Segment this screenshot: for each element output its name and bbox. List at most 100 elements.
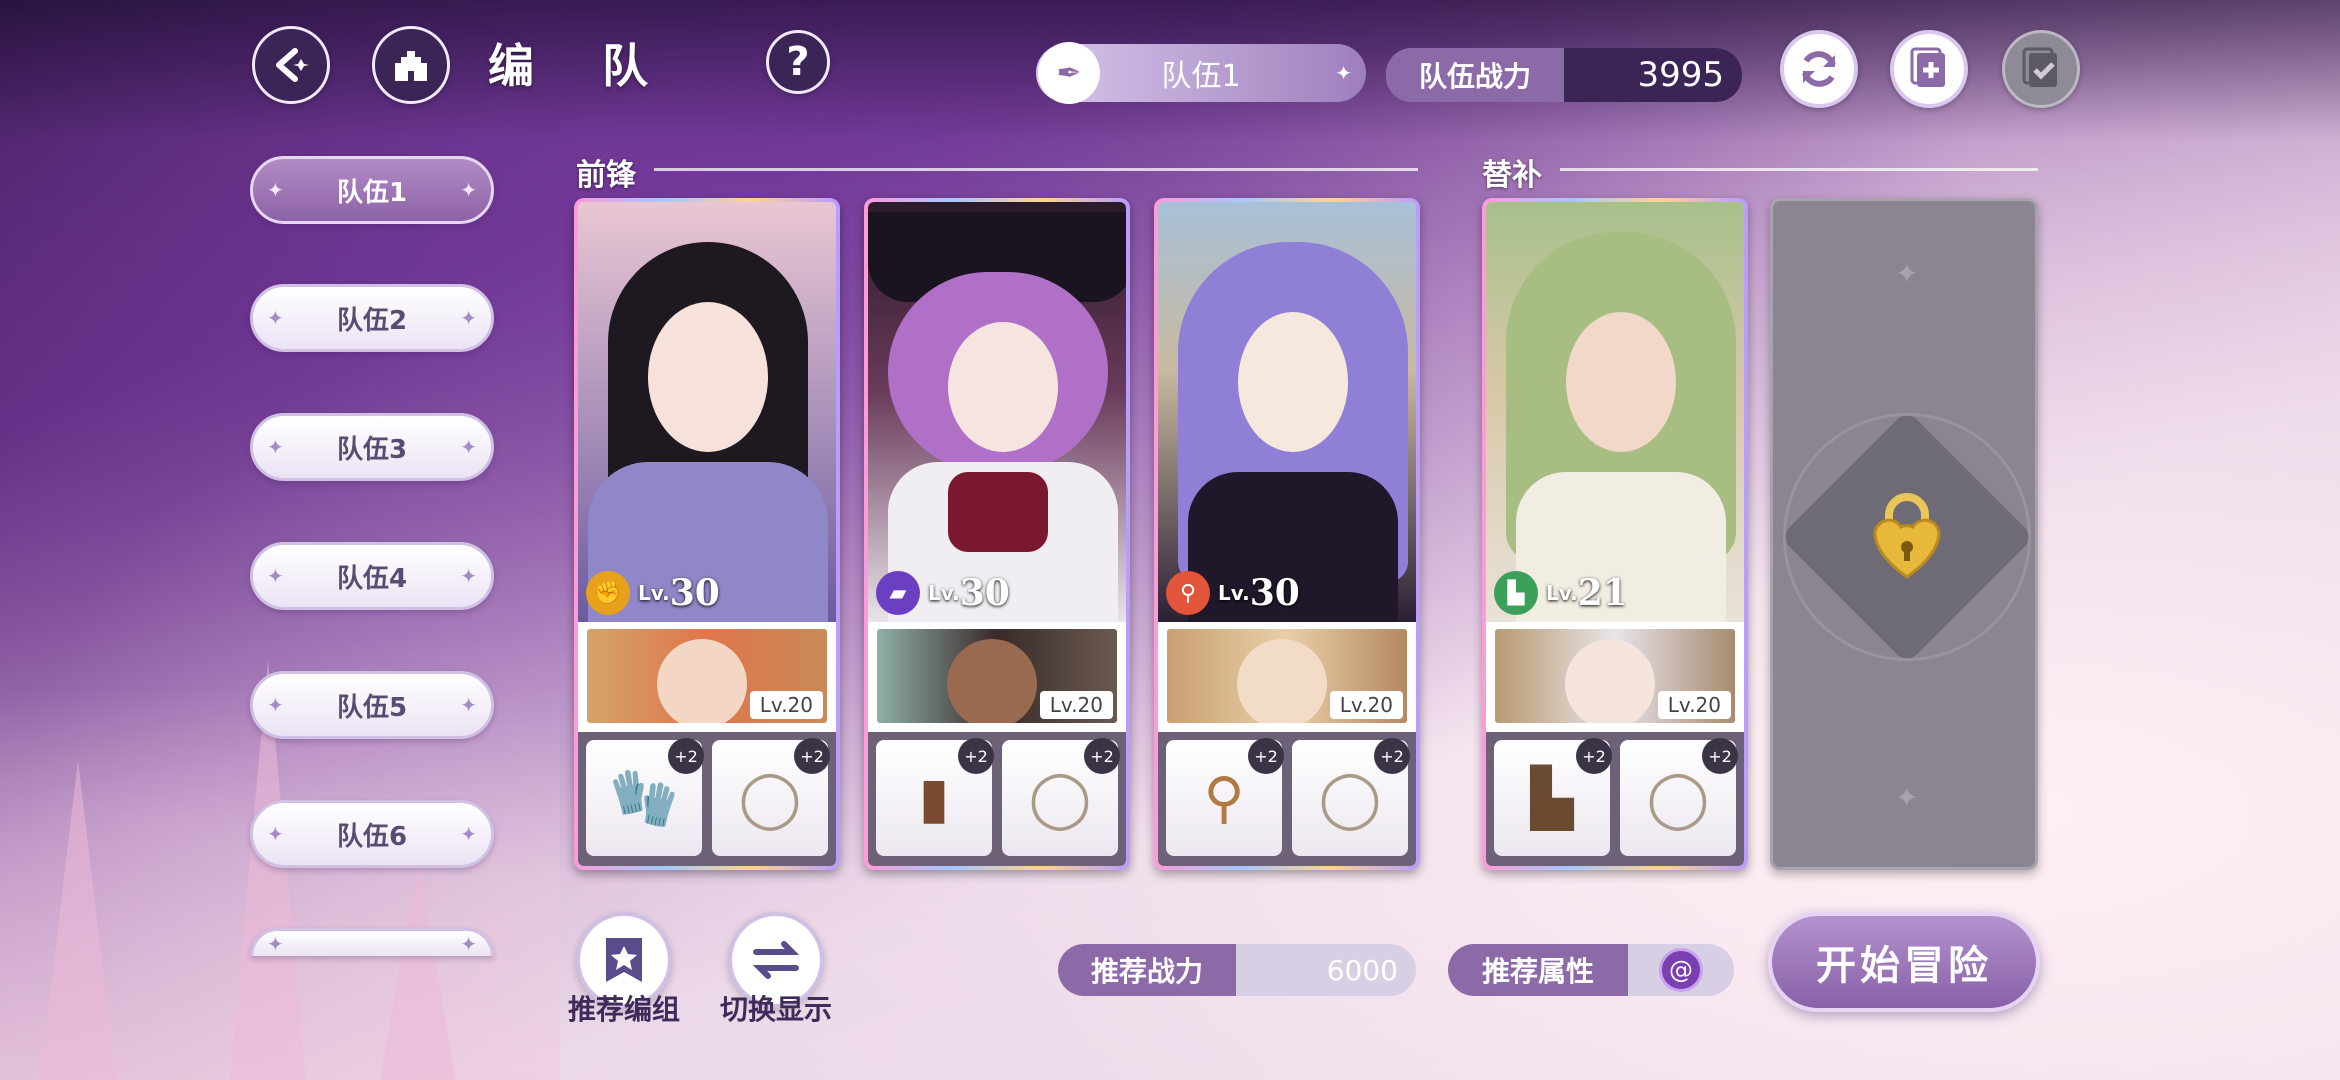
- swap-arrows-icon: [752, 941, 800, 979]
- castle-home-icon: [395, 51, 427, 81]
- ring-icon: ◯: [1028, 765, 1092, 831]
- character-card-3[interactable]: ⚲ Lv. 30 Lv.20 ⚲ +2 ◯ +2: [1154, 198, 1420, 870]
- character-portrait: [578, 202, 836, 622]
- add-team-button[interactable]: [1890, 30, 1968, 108]
- scepter-icon: ⚲: [1203, 765, 1245, 831]
- level-value: 30: [1249, 572, 1300, 614]
- team-selector[interactable]: ✒ 队伍1 ✦: [1036, 42, 1366, 104]
- sparkle-icon: ✦: [1895, 257, 1919, 290]
- support-character[interactable]: Lv.20: [1164, 626, 1410, 726]
- gear-slot-1[interactable]: ▙ +2: [1494, 738, 1612, 856]
- level-row: ▰ Lv. 30: [876, 568, 1010, 618]
- question-mark-icon: ?: [786, 39, 810, 85]
- sidebar-item-label: 队伍3: [336, 434, 408, 465]
- support-character[interactable]: Lv.20: [874, 626, 1120, 726]
- support-face: [657, 639, 747, 723]
- sidebar-item-team-4[interactable]: 队伍4: [250, 542, 494, 610]
- gear-slot-1[interactable]: ⚲ +2: [1166, 738, 1284, 856]
- front-section-label: 前锋: [576, 158, 636, 193]
- start-adventure-button[interactable]: 开始冒险: [1768, 912, 2040, 1012]
- sidebar-item-partial[interactable]: [250, 928, 494, 956]
- sidebar-item-team-5[interactable]: 队伍5: [250, 671, 494, 739]
- refresh-icon: [1802, 51, 1836, 87]
- gear-slot-2[interactable]: ◯ +2: [712, 738, 830, 856]
- recommend-power-label: 推荐战力: [1058, 944, 1236, 996]
- padlock-icon: [1873, 493, 1941, 579]
- level-prefix: Lv.: [638, 581, 670, 605]
- gear-slot-2[interactable]: ◯ +2: [1002, 738, 1120, 856]
- support-face: [1237, 639, 1327, 723]
- fist-icon: ✊: [586, 571, 630, 615]
- add-document-icon: [1910, 47, 1945, 87]
- sidebar-item-label: 队伍5: [336, 692, 408, 723]
- recommend-attribute-display: 推荐属性 @: [1448, 944, 1734, 996]
- sparkle-icon: ✦: [1335, 61, 1352, 85]
- recommend-attribute-label: 推荐属性: [1448, 944, 1628, 996]
- feather-icon: ✒: [1038, 42, 1100, 104]
- enhance-badge: +2: [1374, 738, 1410, 774]
- enhance-badge: +2: [668, 738, 704, 774]
- team-selector-label: 队伍1: [1161, 59, 1241, 94]
- ring-icon: ◯: [738, 765, 802, 831]
- book-element-icon: ▰: [876, 571, 920, 615]
- vortex-attribute-icon: @: [1659, 948, 1703, 992]
- gear-slot-2[interactable]: ◯ +2: [1292, 738, 1410, 856]
- character-face: [1238, 312, 1348, 452]
- character-card-1[interactable]: ✊ Lv. 30 Lv.20 🧤 +2 ◯ +2: [574, 198, 840, 870]
- level-row: ✊ Lv. 30: [586, 568, 720, 618]
- sidebar-item-team-6[interactable]: 队伍6: [250, 800, 494, 868]
- enhance-badge: +2: [1248, 738, 1284, 774]
- glove-icon: 🧤: [609, 766, 679, 831]
- swap-team-button[interactable]: [1780, 30, 1858, 108]
- back-button[interactable]: [252, 26, 330, 104]
- support-character[interactable]: Lv.20: [1492, 626, 1738, 726]
- recommend-group-label: 推荐编组: [567, 993, 680, 1026]
- support-level: Lv.20: [1329, 691, 1403, 719]
- support-level: Lv.20: [1657, 691, 1731, 719]
- switch-display-label: 切换显示: [719, 993, 832, 1026]
- character-card-2[interactable]: ▰ Lv. 30 Lv.20 ▮ +2 ◯ +2: [864, 198, 1130, 870]
- character-card-sub[interactable]: ▙ Lv. 21 Lv.20 ▙ +2 ◯ +2: [1482, 198, 1748, 870]
- ring-icon: ◯: [1318, 765, 1382, 831]
- confirm-team-button[interactable]: [2002, 30, 2080, 108]
- recommend-attribute-value: @: [1628, 944, 1734, 996]
- gear-slot-1[interactable]: ▮ +2: [876, 738, 994, 856]
- team-power-display: 队伍战力 3995: [1386, 48, 1742, 102]
- boot-element-icon: ▙: [1494, 571, 1538, 615]
- locked-sub-slot[interactable]: ✦ ✦: [1770, 198, 2038, 870]
- home-button[interactable]: [372, 26, 450, 104]
- enhance-badge: +2: [1084, 738, 1120, 774]
- level-value: 30: [959, 572, 1010, 614]
- character-portrait: [868, 202, 1126, 622]
- gear-slot-2[interactable]: ◯ +2: [1620, 738, 1738, 856]
- help-button[interactable]: ?: [766, 30, 830, 94]
- enhance-badge: +2: [958, 738, 994, 774]
- gear-slot-1[interactable]: 🧤 +2: [586, 738, 704, 856]
- character-face: [648, 302, 768, 452]
- start-adventure-label: 开始冒险: [1816, 943, 1992, 989]
- support-character[interactable]: Lv.20: [584, 626, 830, 726]
- level-prefix: Lv.: [1218, 581, 1250, 605]
- book-icon: ▮: [918, 765, 950, 831]
- level-prefix: Lv.: [1546, 581, 1578, 605]
- sub-section-label: 替补: [1482, 158, 1542, 193]
- character-portrait: [1486, 202, 1744, 622]
- sub-section-divider: [1560, 168, 2038, 171]
- ring-icon: ◯: [1646, 765, 1710, 831]
- support-face: [947, 639, 1037, 723]
- sidebar-item-team-3[interactable]: 队伍3: [250, 413, 494, 481]
- team-power-label: 队伍战力: [1386, 48, 1564, 102]
- recommend-power-display: 推荐战力 6000: [1058, 944, 1416, 996]
- team-power-value: 3995: [1564, 48, 1742, 102]
- sidebar-item-label: 队伍4: [336, 563, 408, 594]
- sidebar-item-team-2[interactable]: 队伍2: [250, 284, 494, 352]
- recommend-power-value: 6000: [1236, 944, 1416, 996]
- sparkle-icon: ✦: [1895, 781, 1919, 814]
- character-face: [1566, 312, 1676, 452]
- checklist-icon: [2022, 47, 2057, 87]
- sidebar-item-team-1[interactable]: 队伍1: [250, 156, 494, 224]
- sidebar-item-label: 队伍1: [336, 177, 408, 208]
- support-level: Lv.20: [1039, 691, 1113, 719]
- star-badge-icon: [606, 938, 642, 982]
- enhance-badge: +2: [1576, 738, 1612, 774]
